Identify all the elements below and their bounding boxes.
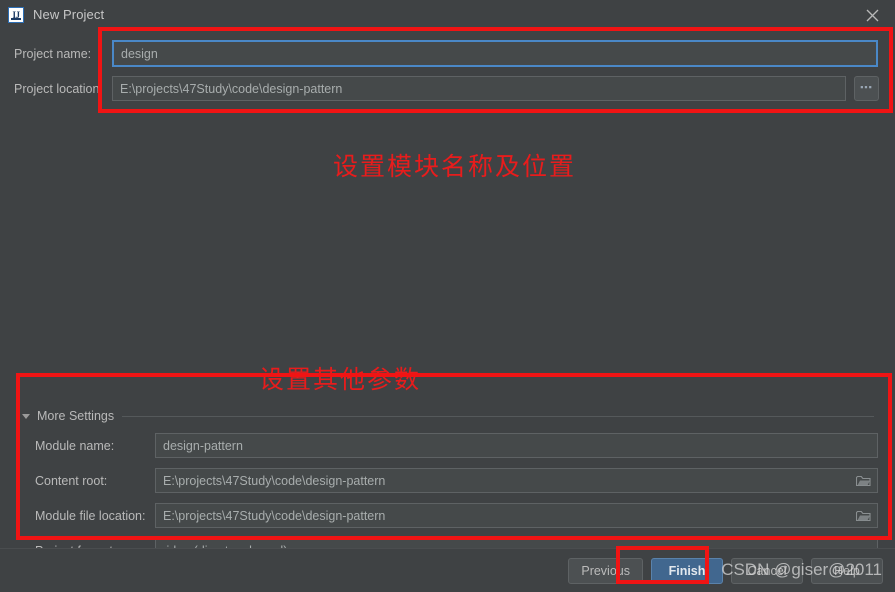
content-root-label: Content root:	[35, 473, 108, 488]
module-name-row: Module name: design-pattern	[35, 433, 880, 458]
ellipsis-icon[interactable]: ▪▪▪	[854, 76, 879, 101]
project-name-value: design	[121, 46, 158, 61]
module-name-value: design-pattern	[163, 438, 243, 453]
folder-icon[interactable]	[855, 510, 871, 522]
folder-icon[interactable]	[855, 475, 871, 487]
cancel-button[interactable]: Cancel	[731, 557, 803, 584]
finish-button[interactable]: Finish	[651, 557, 723, 584]
module-file-location-input[interactable]: E:\projects\47Study\code\design-pattern	[155, 503, 878, 528]
more-settings-label: More Settings	[37, 409, 115, 423]
module-file-location-label: Module file location:	[35, 508, 146, 523]
project-name-row: Project name: design	[14, 40, 882, 67]
project-location-row: Project location: E:\projects\47Study\co…	[14, 76, 882, 101]
ellipsis-glyph: ▪▪▪	[860, 82, 873, 92]
intellij-idea-icon: IJ	[8, 6, 24, 23]
dialog-content: Project name: design Project location: E…	[0, 30, 895, 592]
more-settings-group-header[interactable]: More Settings	[22, 409, 874, 423]
content-root-input[interactable]: E:\projects\47Study\code\design-pattern	[155, 468, 878, 493]
module-name-input[interactable]: design-pattern	[155, 433, 878, 458]
annotation-set-module-name-location: 设置模块名称及位置	[333, 152, 577, 181]
module-file-location-row: Module file location: E:\projects\47Stud…	[35, 503, 880, 528]
window-title: New Project	[33, 7, 105, 22]
help-button[interactable]: Help	[811, 557, 883, 584]
title-bar: IJ New Project	[0, 0, 895, 30]
module-file-location-value: E:\projects\47Study\code\design-pattern	[163, 508, 386, 523]
project-location-label: Project location:	[14, 81, 103, 96]
group-separator-line	[122, 415, 874, 417]
content-root-value: E:\projects\47Study\code\design-pattern	[163, 473, 386, 488]
project-location-value: E:\projects\47Study\code\design-pattern	[120, 81, 343, 96]
close-icon[interactable]	[849, 0, 895, 30]
content-root-row: Content root: E:\projects\47Study\code\d…	[35, 468, 880, 493]
new-project-dialog: IJ New Project Project name: design Proj…	[0, 0, 895, 592]
triangle-down-icon[interactable]	[22, 413, 30, 419]
previous-button[interactable]: Previous	[568, 557, 643, 584]
annotation-set-other-params: 设置其他参数	[259, 365, 422, 394]
project-name-label: Project name:	[14, 46, 92, 61]
project-location-input[interactable]: E:\projects\47Study\code\design-pattern	[112, 76, 846, 101]
project-name-input[interactable]: design	[112, 40, 878, 67]
module-name-label: Module name:	[35, 438, 115, 453]
dialog-button-bar: Previous Finish Cancel Help	[0, 548, 895, 592]
